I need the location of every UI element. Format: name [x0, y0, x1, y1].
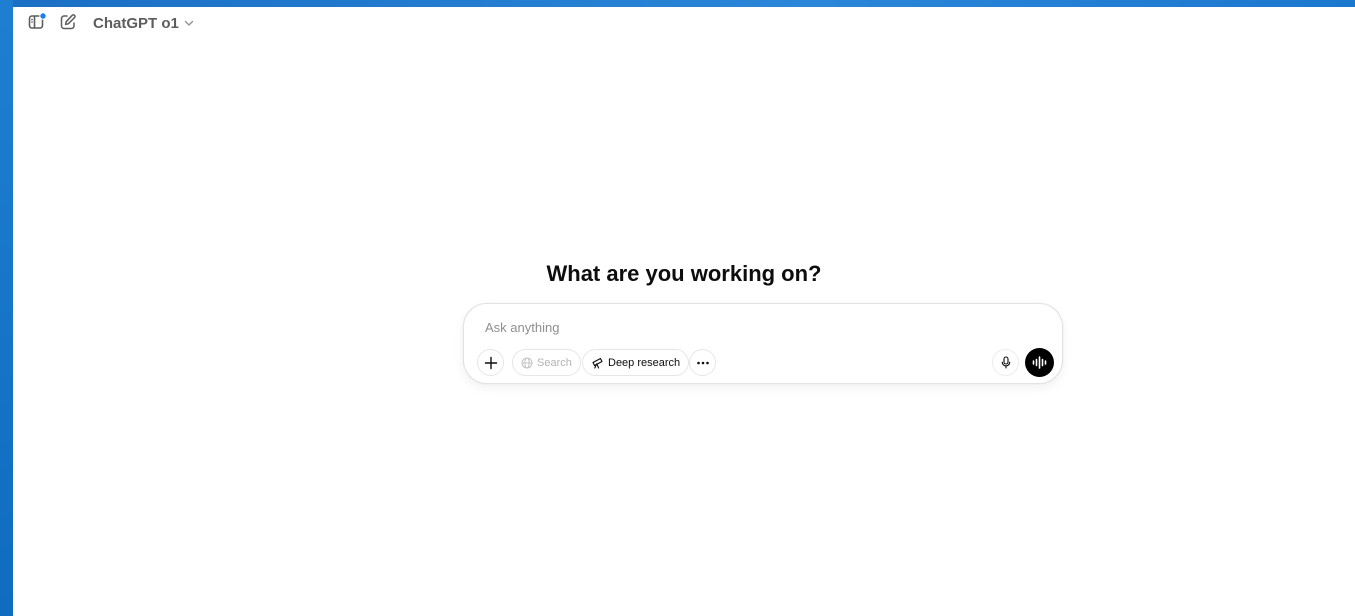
desktop-left-edge — [0, 0, 13, 616]
voice-waveform-icon — [1032, 356, 1047, 369]
microphone-icon — [1000, 356, 1012, 369]
new-chat-button[interactable] — [56, 10, 80, 34]
chevron-down-icon — [183, 17, 195, 29]
desktop-top-edge — [0, 0, 1355, 7]
globe-icon — [521, 357, 533, 369]
search-button[interactable]: Search — [512, 349, 581, 376]
more-tools-button[interactable] — [689, 349, 716, 376]
voice-mode-button[interactable] — [1025, 348, 1054, 377]
more-icon — [696, 361, 710, 365]
search-label: Search — [537, 356, 572, 369]
telescope-icon — [591, 356, 604, 369]
deep-research-label: Deep research — [608, 356, 681, 369]
page-headline: What are you working on? — [546, 261, 822, 286]
dictate-button[interactable] — [992, 349, 1019, 376]
plus-icon — [484, 356, 498, 370]
chatgpt-window: ChatGPT o1 What are you working on? Ask … — [13, 7, 1355, 616]
attach-button[interactable] — [477, 349, 504, 376]
prompt-input[interactable] — [485, 317, 1005, 337]
composer: Search Deep research — [463, 303, 1063, 384]
sidebar-toggle-button[interactable] — [25, 10, 49, 34]
sidebar-toggle-icon — [27, 12, 47, 32]
top-bar: ChatGPT o1 — [13, 7, 1355, 39]
deep-research-button[interactable]: Deep research — [582, 349, 690, 376]
model-name: ChatGPT o1 — [93, 14, 179, 32]
model-selector[interactable]: ChatGPT o1 — [93, 13, 195, 33]
new-chat-icon — [59, 13, 77, 31]
